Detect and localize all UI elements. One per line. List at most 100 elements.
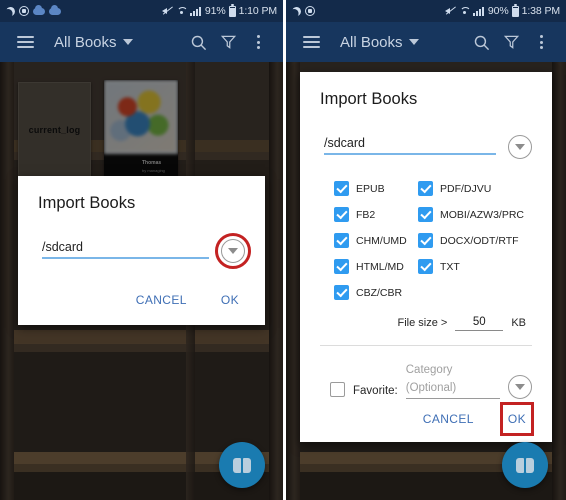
checkbox-epub[interactable]: EPUB: [334, 181, 412, 196]
cloud-icon: [49, 4, 61, 15]
open-book-icon: [233, 457, 251, 473]
checkbox-box: [418, 259, 433, 274]
signal-icon: [472, 6, 485, 16]
dialog-actions: CANCEL OK: [38, 289, 245, 317]
checkbox-box: [334, 207, 349, 222]
status-icons-right: 91% 1:10 PM: [161, 3, 278, 17]
status-icons-right: 90% 1:38 PM: [444, 3, 561, 17]
file-size-row: File size > 50 KB: [320, 316, 532, 331]
checkbox-mobi-azw3-prc[interactable]: MOBI/AZW3/PRC: [418, 207, 532, 222]
favorite-checkbox[interactable]: [330, 382, 345, 397]
toolbar-title: All Books: [340, 33, 403, 51]
app-toolbar: All Books: [0, 22, 283, 62]
ok-button[interactable]: OK: [219, 289, 241, 311]
status-bar: 90% 1:38 PM: [286, 0, 566, 22]
app-toolbar: All Books: [286, 22, 566, 62]
overflow-menu-icon[interactable]: [243, 27, 273, 57]
chevron-down-icon: [408, 39, 419, 45]
moon-icon: [5, 5, 17, 17]
checkbox-label: CBZ/CBR: [356, 286, 403, 299]
checkbox-box: [334, 181, 349, 196]
checkbox-box: [334, 285, 349, 300]
checkbox-label: TXT: [440, 260, 460, 273]
moon-icon: [291, 5, 303, 17]
dual-screenshot-comparison: current_log Thomas by managing 91% 1:10 …: [0, 0, 566, 500]
add-book-fab[interactable]: [219, 442, 265, 488]
toolbar-title-dropdown[interactable]: All Books: [340, 34, 419, 51]
checkbox-chm-umd[interactable]: CHM/UMD: [334, 233, 412, 248]
checkbox-txt[interactable]: TXT: [418, 259, 532, 274]
checkbox-label: DOCX/ODT/RTF: [440, 234, 519, 247]
checkbox-label: FB2: [356, 208, 376, 221]
status-bar: 91% 1:10 PM: [0, 0, 283, 22]
path-row: /sdcard: [38, 233, 251, 269]
left-phone-screen: current_log Thomas by managing 91% 1:10 …: [0, 0, 283, 500]
file-size-label: File size >: [397, 317, 448, 329]
signal-icon: [189, 6, 202, 16]
battery-icon: [228, 3, 236, 17]
chevron-down-circle-icon: [515, 144, 525, 150]
wifi-icon: [176, 6, 187, 16]
dialog-title: Import Books: [320, 90, 418, 108]
checkbox-label: PDF/DJVU: [440, 182, 492, 195]
search-icon[interactable]: [183, 27, 213, 57]
checkbox-box: [418, 233, 433, 248]
status-icons-left: [292, 6, 315, 16]
wifi-icon: [459, 6, 470, 16]
path-input-underline: [324, 153, 496, 155]
dialog-title: Import Books: [38, 194, 136, 212]
cancel-button[interactable]: CANCEL: [421, 408, 476, 430]
status-icons-left: [5, 4, 61, 17]
funnel-filter-icon[interactable]: [213, 27, 243, 57]
favorite-label: Favorite:: [353, 385, 398, 397]
checkbox-html-md[interactable]: HTML/MD: [334, 259, 412, 274]
path-input[interactable]: /sdcard: [38, 240, 211, 263]
screen-record-icon: [305, 6, 315, 16]
path-row: /sdcard: [320, 135, 532, 159]
file-size-input[interactable]: 50: [455, 316, 504, 331]
import-books-dialog: Import Books /sdcard CANCEL OK: [18, 176, 265, 325]
favorite-row: Favorite: Category (Optional): [320, 360, 532, 399]
path-dropdown-button[interactable]: [508, 135, 532, 159]
hamburger-menu-icon[interactable]: [10, 27, 40, 57]
battery-percent: 90%: [487, 5, 509, 17]
path-input-value: /sdcard: [42, 240, 83, 255]
toolbar-title: All Books: [54, 33, 117, 51]
category-dropdown-button[interactable]: [508, 375, 532, 399]
file-size-unit: KB: [511, 317, 526, 329]
checkbox-pdf-djvu[interactable]: PDF/DJVU: [418, 181, 532, 196]
category-placeholder: Category (Optional): [405, 364, 457, 394]
checkbox-label: EPUB: [356, 182, 385, 195]
toolbar-title-dropdown[interactable]: All Books: [54, 34, 133, 51]
format-checkbox-grid: EPUB PDF/DJVU FB2 MOBI/AZW3/PRC CHM/UMD: [320, 181, 532, 300]
right-phone-screen: 90% 1:38 PM All Books Import Books /sdca…: [283, 0, 566, 500]
path-dropdown-button[interactable]: [215, 233, 251, 269]
checkbox-label: MOBI/AZW3/PRC: [440, 208, 525, 221]
mute-icon: [161, 6, 173, 16]
clock: 1:38 PM: [521, 5, 561, 17]
checkbox-box: [334, 259, 349, 274]
cancel-button[interactable]: CANCEL: [134, 289, 189, 311]
checkbox-docx-odt-rtf[interactable]: DOCX/ODT/RTF: [418, 233, 532, 248]
search-icon[interactable]: [466, 27, 496, 57]
funnel-filter-icon[interactable]: [496, 27, 526, 57]
category-input[interactable]: Category (Optional): [405, 360, 500, 399]
ok-button[interactable]: OK: [499, 402, 535, 436]
checkbox-label: HTML/MD: [356, 260, 404, 273]
path-input-underline: [42, 257, 209, 259]
path-input[interactable]: /sdcard: [320, 136, 498, 159]
screen-record-icon: [19, 6, 29, 16]
cloud-icon: [33, 4, 45, 15]
checkbox-cbz-cbr[interactable]: CBZ/CBR: [334, 285, 412, 300]
checkbox-box: [418, 181, 433, 196]
grid-empty-cell: [418, 285, 532, 300]
hamburger-menu-icon[interactable]: [296, 27, 326, 57]
dialog-actions: CANCEL OK: [421, 402, 535, 436]
add-book-fab[interactable]: [502, 442, 548, 488]
chevron-down-circle-icon: [228, 248, 238, 254]
import-books-dialog: Import Books /sdcard EPUB PDF/DJVU FB2 M…: [300, 72, 552, 442]
clock: 1:10 PM: [238, 5, 278, 17]
battery-icon: [511, 3, 519, 17]
overflow-menu-icon[interactable]: [526, 27, 556, 57]
checkbox-fb2[interactable]: FB2: [334, 207, 412, 222]
